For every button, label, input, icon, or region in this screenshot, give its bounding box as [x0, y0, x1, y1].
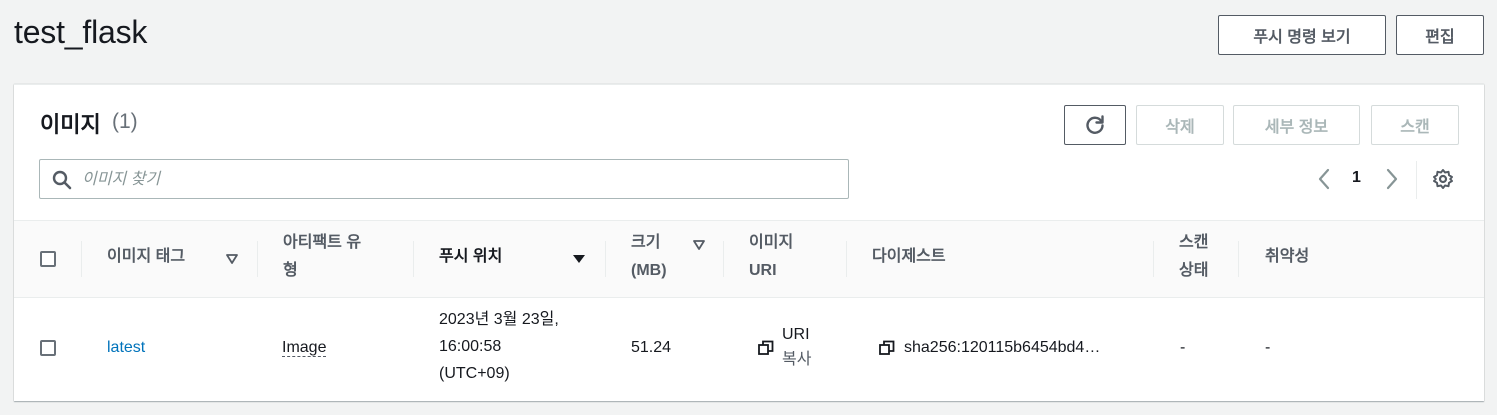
column-header-size[interactable]: 크기	[631, 229, 660, 257]
search-input[interactable]	[80, 162, 844, 198]
table-header: 이미지 태그 아티팩트 유 형 푸시 위치 크기 (MB) 이미지 URI 다이…	[14, 220, 1484, 298]
column-header-scan-status: 스캔	[1179, 234, 1209, 251]
pushed-at-timezone: (UTC+09)	[439, 365, 510, 382]
chevron-right-icon[interactable]	[1384, 167, 1400, 191]
digest-value[interactable]: sha256:120115b6454bd4…	[904, 336, 1100, 360]
select-all-checkbox[interactable]	[40, 251, 56, 267]
column-header-image-uri: 이미지	[749, 234, 794, 251]
scan-button[interactable]: 스캔	[1371, 105, 1459, 145]
pager-divider	[1416, 161, 1417, 199]
column-divider	[1238, 241, 1239, 277]
image-tag-link[interactable]: latest	[107, 336, 145, 360]
column-divider	[81, 241, 82, 277]
column-divider	[257, 241, 258, 277]
artifact-type-value[interactable]: Image	[282, 336, 327, 360]
column-header-image-uri-line2: URI	[749, 262, 777, 279]
refresh-button[interactable]	[1064, 105, 1126, 145]
size-value: 51.24	[631, 339, 672, 356]
row-checkbox[interactable]	[40, 340, 56, 356]
panel-title: 이미지	[40, 112, 101, 137]
refresh-icon	[1086, 115, 1104, 134]
column-divider	[723, 241, 724, 277]
pushed-at-time: 16:00:58	[439, 338, 502, 355]
copy-uri-label[interactable]: URI	[782, 323, 810, 347]
column-header-digest: 다이제스트	[872, 248, 946, 265]
copy-icon[interactable]	[758, 340, 774, 356]
page-title: test_flask	[14, 14, 148, 50]
images-panel: 이미지 (1) 삭제 세부 정보 스캔 1 이미지 태그 아티팩	[14, 84, 1484, 401]
column-header-scan-status-line2: 상태	[1179, 262, 1209, 279]
column-header-artifact-type[interactable]: 아티팩트 유	[283, 229, 361, 257]
copy-icon[interactable]	[879, 340, 895, 356]
scan-status-value: -	[1180, 339, 1186, 356]
sort-descending-icon[interactable]	[572, 254, 586, 264]
column-divider	[1153, 241, 1154, 277]
image-count: (1)	[112, 110, 138, 133]
image-search	[39, 159, 849, 199]
artifact-type-label[interactable]: Image	[282, 339, 327, 357]
details-button[interactable]: 세부 정보	[1233, 105, 1360, 145]
column-divider	[605, 241, 606, 277]
column-header-size-unit[interactable]: (MB)	[631, 257, 667, 285]
delete-button[interactable]: 삭제	[1136, 105, 1224, 145]
column-header-pushed-at[interactable]: 푸시 위치	[439, 243, 502, 271]
column-divider	[413, 241, 414, 277]
column-header-tag[interactable]: 이미지 태그	[107, 243, 185, 271]
view-push-commands-button[interactable]: 푸시 명령 보기	[1218, 15, 1386, 55]
edit-button[interactable]: 편집	[1396, 15, 1484, 55]
gear-icon[interactable]	[1432, 168, 1454, 190]
pushed-at-date: 2023년 3월 23일,	[439, 311, 559, 328]
column-divider	[846, 241, 847, 277]
sort-icon[interactable]	[226, 254, 238, 264]
copy-uri-label-line2[interactable]: 복사	[782, 348, 811, 372]
vulnerabilities-value: -	[1265, 339, 1271, 356]
column-header-artifact-type-line2[interactable]: 형	[283, 257, 298, 285]
sort-icon[interactable]	[693, 240, 705, 250]
column-header-vulnerabilities: 취약성	[1265, 248, 1310, 265]
search-icon	[52, 170, 72, 190]
table-row: latest Image 2023년 3월 23일, 16:00:58 (UTC…	[14, 297, 1484, 401]
chevron-left-icon[interactable]	[1316, 167, 1332, 191]
page-number[interactable]: 1	[1352, 169, 1361, 187]
